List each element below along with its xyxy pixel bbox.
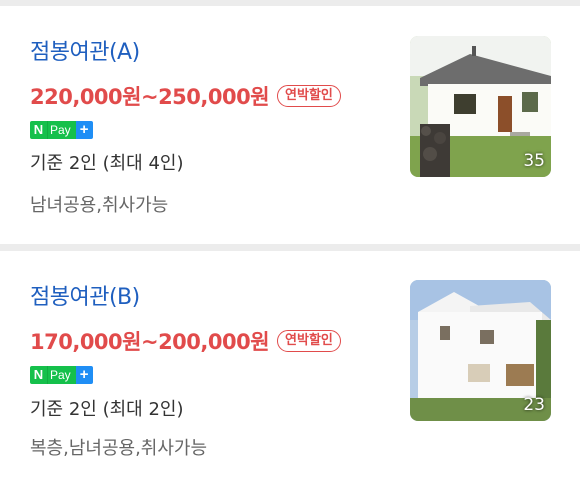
listing-features: 남녀공용,취사가능 [30, 195, 169, 216]
price-row: 170,000원~200,000원 연박할인 [30, 326, 341, 356]
npay-badge: N Pay + [30, 121, 93, 139]
listing-features: 복층,남녀공용,취사가능 [30, 438, 208, 459]
listing-capacity: 기준 2인 (최대 4인) [30, 153, 184, 174]
npay-n-icon: N [30, 366, 47, 384]
npay-label: Pay [47, 121, 76, 139]
listing-capacity: 기준 2인 (최대 2인) [30, 399, 184, 420]
listing-card[interactable]: 점봉여관(A) 220,000원~250,000원 연박할인 N Pay + 기… [0, 6, 580, 244]
listing-photo[interactable]: 35 [410, 36, 551, 177]
price-row: 220,000원~250,000원 연박할인 [30, 81, 341, 111]
npay-plus-icon: + [75, 366, 93, 384]
npay-n-icon: N [30, 121, 47, 139]
listing-title[interactable]: 점봉여관(A) [30, 38, 140, 68]
npay-plus-icon: + [75, 121, 93, 139]
photo-count: 35 [523, 151, 545, 171]
discount-badge: 연박할인 [277, 85, 341, 107]
npay-badge: N Pay + [30, 366, 93, 384]
photo-count: 23 [523, 395, 545, 415]
discount-badge: 연박할인 [277, 330, 341, 352]
npay-label: Pay [47, 366, 76, 384]
listing-price: 220,000원~250,000원 [30, 85, 270, 109]
listing-price: 170,000원~200,000원 [30, 330, 270, 354]
listing-title[interactable]: 점봉여관(B) [30, 283, 140, 313]
listing-card[interactable]: 점봉여관(B) 170,000원~200,000원 연박할인 N Pay + 기… [0, 251, 580, 482]
listing-photo[interactable]: 23 [410, 280, 551, 421]
